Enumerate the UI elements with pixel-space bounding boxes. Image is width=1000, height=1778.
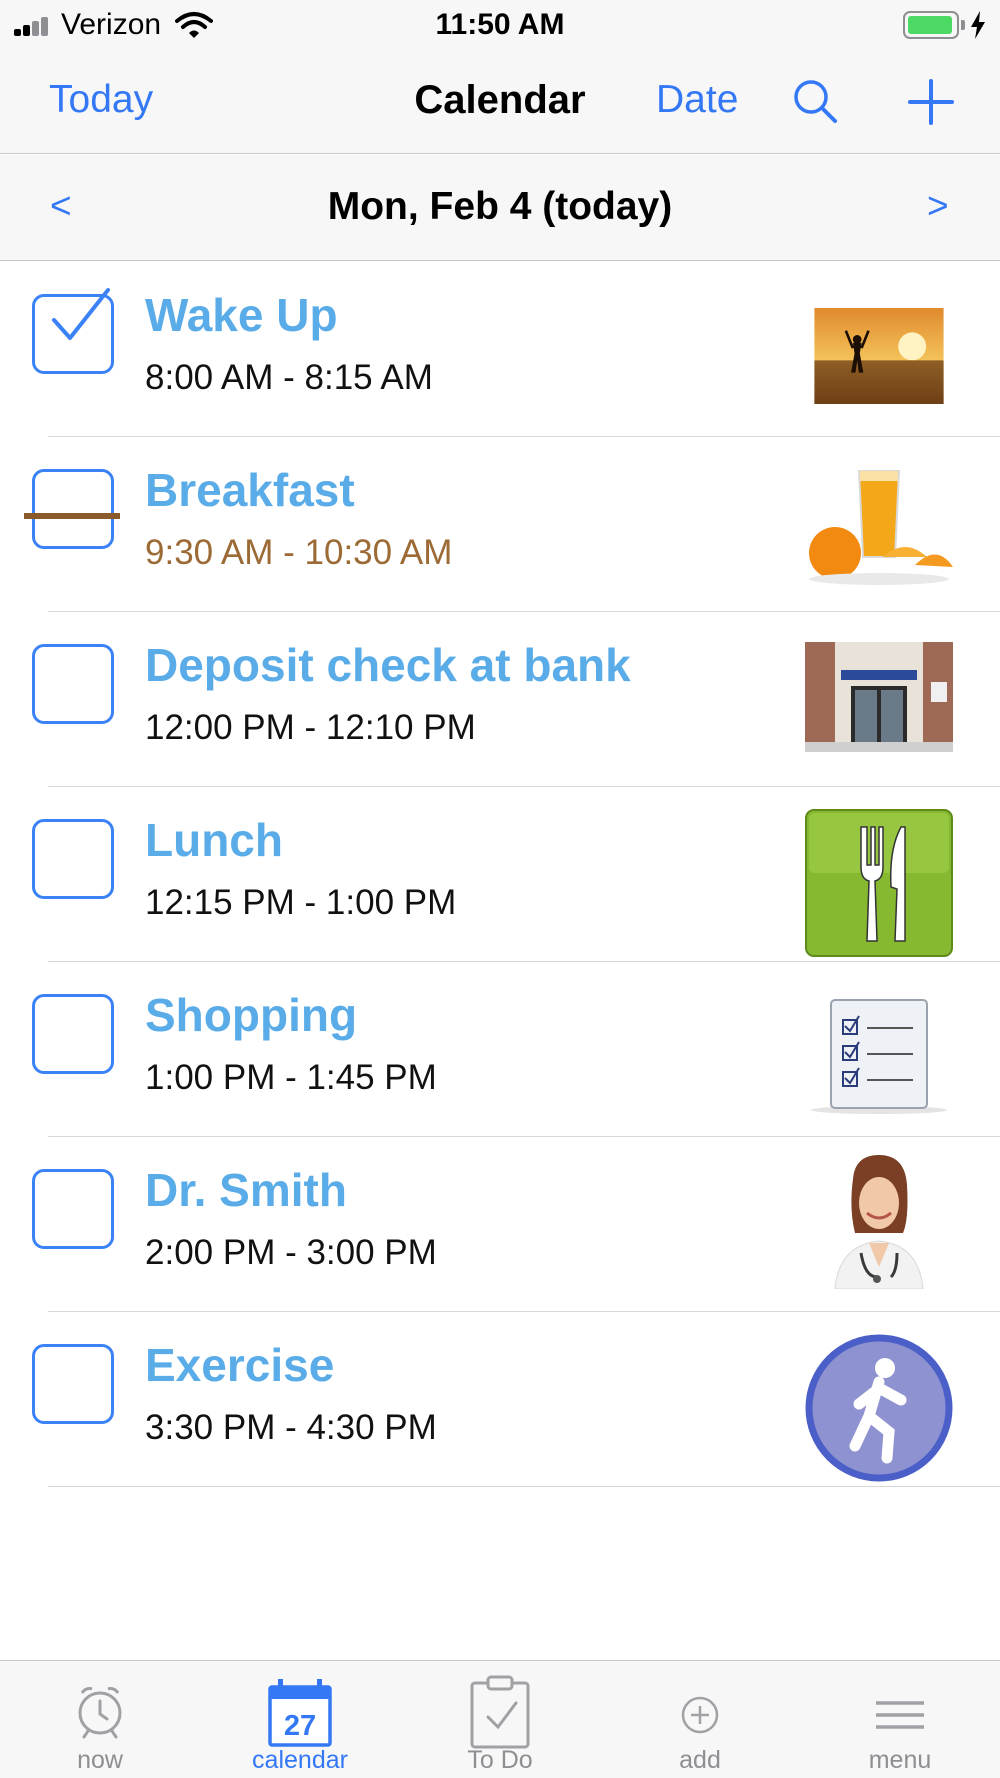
tab-label: add — [679, 1746, 721, 1774]
doctor-photo — [805, 1149, 953, 1289]
checklist-icon — [811, 999, 947, 1114]
navigation-bar: Today Calendar Date — [0, 50, 1000, 154]
orange-juice-photo — [805, 457, 953, 587]
event-time: 9:30 AM - 10:30 AM — [145, 533, 453, 572]
tab-menu[interactable]: menu — [800, 1661, 1000, 1778]
event-title: Exercise — [145, 1339, 335, 1391]
page-title: Calendar — [414, 78, 586, 122]
event-row-dr-smith[interactable]: Dr. Smith 2:00 PM - 3:00 PM — [0, 1137, 1000, 1312]
battery-icon — [903, 11, 959, 39]
event-title: Shopping — [145, 989, 358, 1041]
event-row-deposit-check[interactable]: Deposit check at bank 12:00 PM - 12:10 P… — [0, 612, 1000, 787]
sunrise-beach-photo — [814, 308, 944, 404]
event-time: 3:30 PM - 4:30 PM — [145, 1408, 437, 1447]
event-time: 12:15 PM - 1:00 PM — [145, 883, 457, 922]
tab-todo[interactable]: To Do — [400, 1661, 600, 1778]
event-checkbox[interactable] — [32, 644, 114, 724]
event-row-exercise[interactable]: Exercise 3:30 PM - 4:30 PM — [0, 1312, 1000, 1487]
event-time: 2:00 PM - 3:00 PM — [145, 1233, 437, 1272]
plus-circle-icon — [681, 1696, 719, 1734]
tab-label: now — [77, 1746, 123, 1774]
event-time: 8:00 AM - 8:15 AM — [145, 358, 433, 397]
current-date-label: Mon, Feb 4 (today) — [327, 185, 673, 228]
charging-bolt-icon — [971, 11, 985, 39]
event-time: 12:00 PM - 12:10 PM — [145, 708, 476, 747]
event-title: Breakfast — [145, 464, 355, 516]
tab-calendar[interactable]: 27 calendar — [200, 1661, 400, 1778]
fork-knife-icon — [805, 809, 953, 957]
tab-bar: now 27 calendar To Do add menu — [0, 1660, 1000, 1778]
event-title: Lunch — [145, 814, 283, 866]
event-checkbox[interactable] — [32, 469, 114, 549]
event-row-lunch[interactable]: Lunch 12:15 PM - 1:00 PM — [0, 787, 1000, 962]
status-time: 11:50 AM — [435, 8, 565, 41]
calendar-day-badge: 27 — [284, 1710, 316, 1742]
event-list: Wake Up 8:00 AM - 8:15 AM Breakfast 9:30… — [0, 262, 1000, 1487]
event-time: 1:00 PM - 1:45 PM — [145, 1058, 437, 1097]
event-checkbox[interactable] — [32, 1344, 114, 1424]
alarm-clock-icon — [78, 1687, 122, 1739]
event-row-shopping[interactable]: Shopping 1:00 PM - 1:45 PM — [0, 962, 1000, 1137]
tab-now[interactable]: now — [0, 1661, 200, 1778]
current-time-indicator — [24, 513, 120, 519]
search-icon[interactable] — [790, 77, 840, 127]
battery-nub — [961, 20, 965, 30]
event-checkbox[interactable] — [32, 819, 114, 899]
event-title: Wake Up — [145, 289, 338, 341]
tab-add[interactable]: add — [600, 1661, 800, 1778]
status-bar: Verizon 11:50 AM — [0, 0, 1000, 50]
battery-level — [908, 16, 952, 34]
calendar-icon: 27 — [268, 1679, 332, 1747]
date-button[interactable]: Date — [656, 78, 738, 122]
running-person-icon — [805, 1334, 953, 1482]
event-title: Dr. Smith — [145, 1164, 347, 1216]
event-row-breakfast[interactable]: Breakfast 9:30 AM - 10:30 AM — [0, 437, 1000, 612]
event-row-wake-up[interactable]: Wake Up 8:00 AM - 8:15 AM — [0, 262, 1000, 437]
bank-entrance-photo — [805, 642, 953, 752]
add-icon[interactable] — [906, 77, 956, 127]
event-title: Deposit check at bank — [145, 639, 631, 691]
clipboard-check-icon — [470, 1675, 530, 1749]
date-navigator: < Mon, Feb 4 (today) > — [0, 155, 1000, 261]
event-checkbox[interactable] — [32, 994, 114, 1074]
tab-label: menu — [868, 1746, 932, 1774]
tab-label: calendar — [252, 1746, 348, 1774]
tab-label: To Do — [467, 1746, 533, 1774]
checkmark-icon — [52, 288, 110, 340]
hamburger-icon — [876, 1701, 924, 1729]
event-checkbox[interactable] — [32, 1169, 114, 1249]
next-day-button[interactable]: > — [927, 185, 949, 227]
